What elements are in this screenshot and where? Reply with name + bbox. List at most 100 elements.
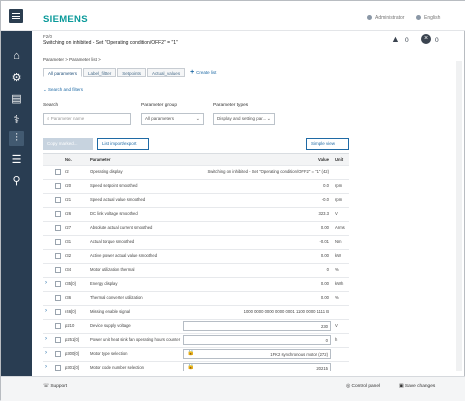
- save-changes-button[interactable]: ▣ Save changes: [399, 384, 435, 389]
- parameter-number: p210: [65, 323, 75, 328]
- parameter-name: Active power actual value smoothed: [90, 253, 158, 258]
- row-checkbox[interactable]: [55, 351, 61, 357]
- row-checkbox[interactable]: [55, 295, 61, 301]
- search-label: Search: [43, 103, 59, 108]
- table-row[interactable]: r20 Speed setpoint smoothed 0.0 rpm: [43, 180, 349, 194]
- tab-setpoints[interactable]: Setpoints: [117, 68, 147, 77]
- row-checkbox[interactable]: [55, 239, 61, 245]
- value-input[interactable]: 0: [183, 335, 331, 345]
- parameter-unit: Arms: [335, 225, 345, 230]
- chevron-right-icon[interactable]: ›: [45, 334, 47, 345]
- row-checkbox[interactable]: [55, 197, 61, 203]
- simple-view-button[interactable]: Simple view: [306, 138, 349, 150]
- breadcrumb[interactable]: Parameter > Parameter list >: [43, 57, 101, 62]
- row-checkbox[interactable]: [55, 169, 61, 175]
- row-checkbox[interactable]: [55, 337, 61, 343]
- parameter-icon[interactable]: ⫶: [9, 131, 24, 146]
- table-row[interactable]: r21 Speed actual value smoothed -0.0 rpm: [43, 194, 349, 208]
- commissioning-icon[interactable]: ⚙: [9, 71, 24, 86]
- table-row[interactable]: r32 Active power actual value smoothed 0.0…: [43, 250, 349, 264]
- drive-wizard-icon[interactable]: ▤: [9, 92, 24, 107]
- table-row[interactable]: r26 DC link voltage smoothed 323.3 V: [43, 208, 349, 222]
- parameter-number: r20: [65, 183, 72, 188]
- column-no[interactable]: No.: [65, 154, 72, 165]
- tab-actual-values[interactable]: Actual_values: [147, 68, 186, 77]
- row-checkbox[interactable]: [55, 183, 61, 189]
- value-select[interactable]: 20215: [183, 363, 331, 371]
- chevron-right-icon[interactable]: ›: [45, 278, 47, 289]
- parameter-value: 0.0: [323, 183, 329, 188]
- chevron-right-icon[interactable]: ›: [45, 306, 47, 317]
- alarm-message[interactable]: Switching on inhibited - Set "Operating …: [43, 40, 178, 46]
- warning-icon[interactable]: ▲: [391, 34, 400, 44]
- parameter-name: Speed setpoint smoothed: [90, 183, 138, 188]
- support-button[interactable]: ☏ Support: [43, 384, 67, 389]
- parameter-name: Power unit heat sink fan operating hours…: [90, 337, 181, 342]
- table-row[interactable]: r34 Motor utilization thermal 0%: [43, 264, 349, 278]
- column-value[interactable]: Value: [183, 154, 331, 165]
- parameter-name: Device supply voltage: [90, 323, 131, 328]
- list-import-export-button[interactable]: List import/export: [97, 138, 149, 150]
- row-checkbox[interactable]: [55, 281, 61, 287]
- row-checkbox[interactable]: [55, 225, 61, 231]
- diagnostics-icon[interactable]: ⚕: [9, 113, 24, 128]
- tab-label-filter[interactable]: Label_filtter: [83, 68, 117, 77]
- parameter-group-select[interactable]: All parameters ⌄: [141, 113, 204, 125]
- table-row[interactable]: r36 Thermal converter utilization 0.00%: [43, 292, 349, 306]
- table-row[interactable]: › p251[0] Power unit heat sink fan operati…: [43, 334, 349, 348]
- value-input[interactable]: 230: [183, 321, 331, 331]
- chevron-right-icon[interactable]: ›: [45, 362, 47, 371]
- row-checkbox[interactable]: [55, 253, 61, 259]
- control-panel-button[interactable]: ◎ Control panel: [346, 384, 380, 389]
- fault-icon[interactable]: ×: [421, 34, 431, 44]
- table-row[interactable]: › p300[0] Motor type selection 🔒 1FK2 synchr…: [43, 348, 349, 362]
- parameter-value: 0.00: [320, 295, 329, 300]
- chevron-right-icon[interactable]: ›: [45, 348, 47, 359]
- home-icon[interactable]: ⌂: [9, 49, 24, 64]
- table-row[interactable]: › r35[0] Energy display 0.00 kWh: [43, 278, 349, 292]
- parameter-value: Switching on inhibited - Set "Operating …: [207, 169, 329, 174]
- table-row[interactable]: › r46[0] Missing enable signal 1000 0000 00…: [43, 306, 349, 320]
- row-checkbox[interactable]: [55, 267, 61, 273]
- parameter-value: 0.00: [320, 253, 329, 258]
- parameter-types-select[interactable]: Display and setting par... ⌄: [213, 113, 275, 125]
- user-icon: [367, 15, 372, 21]
- parameter-name: Speed actual value smoothed: [90, 197, 146, 202]
- parameter-unit: Nm: [335, 239, 342, 244]
- table-row[interactable]: › p301[0] Motor code number selection 🔒 2021…: [43, 362, 349, 371]
- menu-icon[interactable]: [9, 9, 23, 23]
- row-checkbox[interactable]: [55, 309, 61, 315]
- parameter-number: p300[0]: [65, 351, 79, 356]
- system-icon[interactable]: ⚲: [9, 174, 24, 189]
- parameter-group-value: All parameters: [145, 116, 175, 121]
- parameter-value: 0: [326, 267, 329, 272]
- copy-marked-button[interactable]: Copy marked...: [43, 138, 93, 150]
- table-row[interactable]: r27 Absolute actual current smoothed 0.00 A…: [43, 222, 349, 236]
- value-select[interactable]: 1FK2 synchronous motor (272): [183, 349, 331, 359]
- row-checkbox[interactable]: [55, 365, 61, 371]
- parameter-value: 1000 0000 0000 0000 0001 1100 0000 1111 …: [243, 309, 329, 314]
- parameter-tabs: All parameters Label_filtter Setpoints A…: [43, 68, 216, 77]
- create-list-button[interactable]: + Create list: [190, 68, 216, 77]
- parameter-name: Operating display: [90, 169, 123, 174]
- column-parameter[interactable]: Parameter: [90, 154, 111, 165]
- user-menu[interactable]: Administrator: [367, 15, 404, 21]
- parameter-value: 0.00: [320, 281, 329, 286]
- row-checkbox[interactable]: [55, 211, 61, 217]
- language-menu[interactable]: English: [416, 15, 440, 21]
- scrollbar[interactable]: [456, 61, 462, 371]
- parameter-number: r34: [65, 267, 72, 272]
- column-unit[interactable]: Unit: [335, 154, 343, 165]
- table-row[interactable]: p210 Device supply voltage 230 V: [43, 320, 349, 334]
- tab-all-parameters[interactable]: All parameters: [43, 68, 83, 77]
- search-filters-toggle[interactable]: ⌄ Search and filters: [43, 87, 83, 93]
- parameter-number: r35[0]: [65, 281, 76, 286]
- row-checkbox[interactable]: [55, 323, 61, 329]
- table-header: No. Parameter Value Unit: [43, 154, 349, 166]
- parameter-unit: %: [335, 267, 339, 272]
- table-row[interactable]: r31 Actual torque smoothed -0.01 Nm: [43, 236, 349, 250]
- documentation-icon[interactable]: ☰: [9, 153, 24, 168]
- table-row[interactable]: r2 Operating display Switching on inhibite…: [43, 166, 349, 180]
- search-input[interactable]: ⌕ Parameter name: [43, 113, 131, 125]
- parameter-number: p251[0]: [65, 337, 79, 342]
